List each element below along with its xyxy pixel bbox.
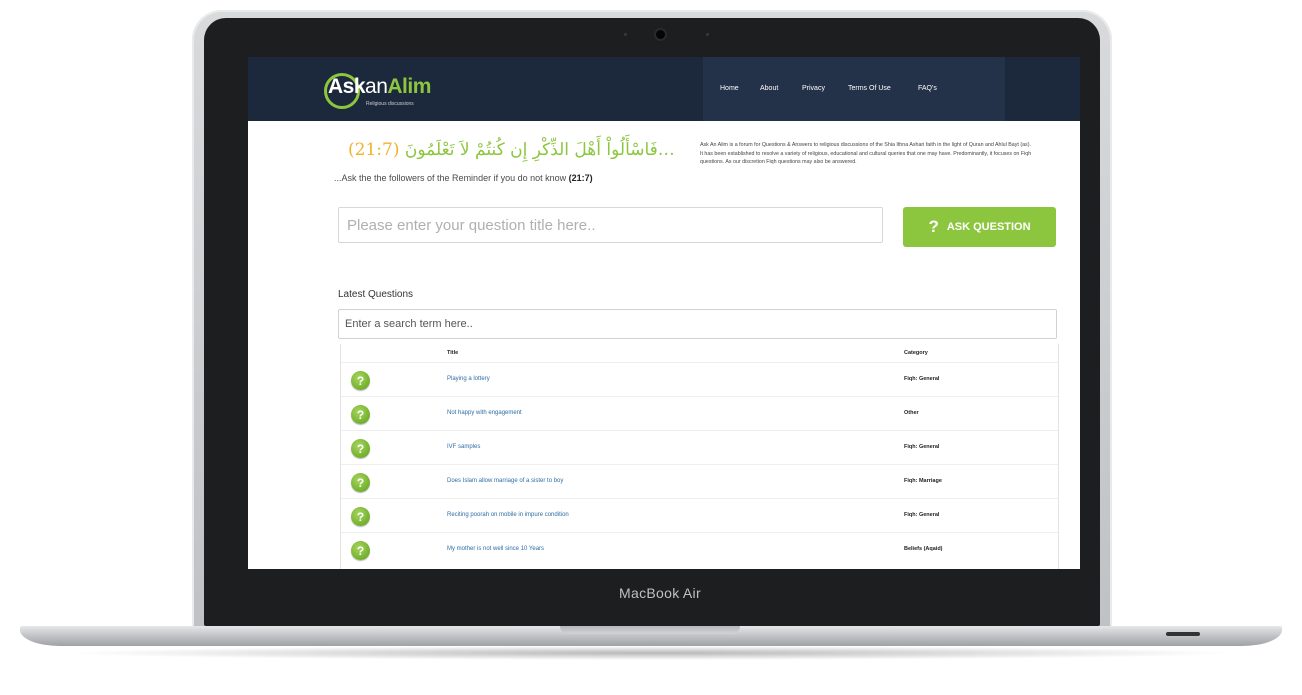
question-title-link[interactable]: Not happy with engagement (447, 410, 522, 416)
quran-verse-arabic: …فَاسْأَلُواْ أَهْلَ الذِّكْرِ إِن كُنتُ… (348, 140, 675, 160)
table-row[interactable]: ? My mother is not well since 10 Years B… (341, 532, 1058, 567)
search-input[interactable] (338, 309, 1057, 339)
site-logo[interactable]: AskanAlim Religious discussions (324, 71, 448, 111)
nav-home[interactable]: Home (720, 85, 739, 92)
about-text: Ask An Alim is a forum for Questions & A… (700, 142, 1032, 166)
main-nav: Home About Privacy Terms Of Use FAQ's (703, 57, 1005, 121)
website-screen: AskanAlim Religious discussions Home Abo… (248, 57, 1080, 569)
question-category: Fiqh: General (904, 444, 940, 450)
table-row[interactable]: ? Not happy with engagement Other (341, 396, 1058, 431)
ambient-sensor (624, 33, 627, 36)
question-category: Fiqh: General (904, 512, 940, 518)
question-icon: ? (351, 405, 370, 424)
ask-question-button[interactable]: ? ASK QUESTION (903, 207, 1056, 247)
nav-faqs[interactable]: FAQ's (918, 85, 937, 92)
table-row[interactable]: ? Does Islam allow marriage of a sister … (341, 464, 1058, 499)
device-brand-label: MacBook Air (619, 585, 701, 601)
question-icon: ? (351, 507, 370, 526)
logo-wordmark: AskanAlim (328, 75, 431, 98)
camera-icon (656, 30, 665, 39)
table-row[interactable]: ? IVF samples Fiqh: General (341, 430, 1058, 465)
column-header-title[interactable]: Title (447, 350, 458, 356)
questions-table: Title Category ? Playing a lottery Fiqh:… (340, 344, 1059, 569)
table-row[interactable]: ? Reciting poorah on mobile in impure co… (341, 498, 1058, 533)
laptop-shadow (60, 646, 1242, 660)
site-header: AskanAlim Religious discussions Home Abo… (248, 57, 1080, 121)
question-category: Other (904, 410, 919, 416)
question-icon: ? (351, 371, 370, 390)
ask-question-label: ASK QUESTION (946, 221, 1031, 233)
nav-about[interactable]: About (760, 85, 778, 92)
quran-verse-translation: ...Ask the the followers of the Reminder… (334, 173, 593, 183)
question-title-link[interactable]: My mother is not well since 10 Years (447, 546, 544, 552)
logo-tagline: Religious discussions (366, 101, 414, 107)
question-icon: ? (351, 541, 370, 560)
latest-questions-heading: Latest Questions (338, 289, 414, 300)
question-icon: ? (351, 439, 370, 458)
question-title-link[interactable]: Does Islam allow marriage of a sister to… (447, 478, 563, 484)
nav-terms[interactable]: Terms Of Use (848, 85, 891, 92)
question-title-link[interactable]: Reciting poorah on mobile in impure cond… (447, 512, 569, 518)
nav-privacy[interactable]: Privacy (802, 85, 825, 92)
question-title-input[interactable] (338, 207, 883, 243)
question-category: Fiqh: General (904, 376, 940, 382)
question-icon: ? (351, 473, 370, 492)
table-row[interactable]: ? Playing a lottery Fiqh: General (341, 362, 1058, 397)
port-icon (1166, 632, 1200, 636)
question-mark-icon: ? (928, 217, 939, 236)
question-category: Beliefs (Aqaid) (904, 546, 943, 552)
laptop-opening-notch (560, 626, 740, 634)
ambient-sensor (706, 33, 709, 36)
question-title-link[interactable]: Playing a lottery (447, 376, 490, 382)
question-title-link[interactable]: IVF samples (447, 444, 480, 450)
column-header-category[interactable]: Category (904, 350, 928, 356)
question-category: Fiqh: Marriage (904, 478, 942, 484)
